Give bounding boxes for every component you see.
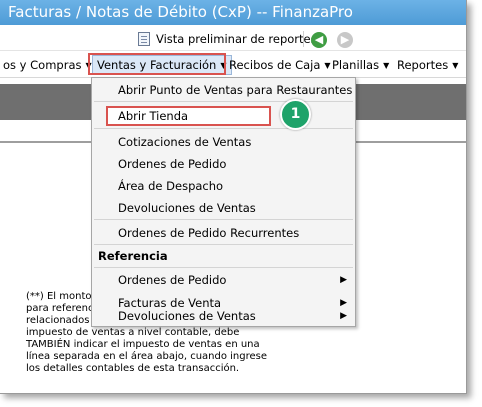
application-window: Facturas / Notas de Débito (CxP) -- Fina… [0,0,467,394]
note-line: TAMBIÉN indicar el impuesto de ventas en… [26,339,260,350]
menu-recibos-caja[interactable]: Recibos de Caja ▼ [229,57,331,73]
menu-compras-label: os y Compras [3,58,82,72]
menu-separator [94,244,353,245]
window-title-bar: Facturas / Notas de Débito (CxP) -- Fina… [0,0,466,25]
chevron-right-icon: ▶ [340,275,347,285]
chevron-right-icon: ▶ [340,298,347,308]
menu-reportes-label: Reportes [397,58,449,72]
menu-item-cotizaciones[interactable]: Cotizaciones de Ventas [118,133,251,151]
section-header-referencia: Referencia [98,249,168,263]
menu-reportes[interactable]: Reportes ▼ [397,57,458,73]
annotation-highlight-menu [88,53,226,75]
ventas-dropdown-menu: Abrir Punto de Ventas para Restaurantes … [91,77,356,327]
note-line: línea separada en el área abajo, cuando … [26,351,268,362]
menu-planillas-label: Planillas [332,58,380,72]
toolbar-separator [303,31,304,47]
submenu-ordenes-pedido[interactable]: Ordenes de Pedido [118,271,226,289]
menu-separator [94,128,353,129]
report-preview-icon [138,32,150,46]
menu-separator [94,101,353,102]
report-preview-label: Vista preliminar de reportes [156,32,317,46]
menu-item-area-despacho[interactable]: Área de Despacho [118,177,223,195]
chevron-right-icon: ▶ [340,311,347,321]
note-line: impuesto de ventas a nivel contable, deb… [26,327,240,338]
window-title: Facturas / Notas de Débito (CxP) -- Fina… [8,3,353,21]
menu-planillas[interactable]: Planillas ▼ [332,57,389,73]
note-line: los detalles contables de esta transacci… [26,363,240,374]
menu-item-abrir-tienda[interactable]: Abrir Tienda [118,107,188,125]
forward-arrow-icon[interactable]: ▶ [337,32,353,48]
menu-separator [94,219,353,220]
chevron-down-icon: ▼ [324,61,331,70]
menu-recibos-label: Recibos de Caja [229,58,321,72]
menu-item-ordenes-recurrentes[interactable]: Ordenes de Pedido Recurrentes [118,224,299,242]
menu-item-ordenes-pedido[interactable]: Ordenes de Pedido [118,155,226,173]
menu-item-devoluciones[interactable]: Devoluciones de Ventas [118,199,256,217]
toolbar: Vista preliminar de reportes ◀ ▶ [0,25,466,51]
menu-item-punto-ventas-restaurantes[interactable]: Abrir Punto de Ventas para Restaurantes [118,81,352,99]
chevron-down-icon: ▼ [452,61,459,70]
menu-separator [94,267,353,268]
step-number-badge: 1 [280,99,311,130]
menu-bar: os y Compras ▼ Ventas y Facturación ▼ Reci… [0,52,466,78]
back-arrow-icon[interactable]: ◀ [311,32,327,48]
submenu-devoluciones-ventas[interactable]: Devoluciones de Ventas [118,307,256,325]
report-preview-button[interactable]: Vista preliminar de reportes [138,30,317,48]
chevron-down-icon: ▼ [383,61,390,70]
menu-compras[interactable]: os y Compras ▼ [3,57,92,73]
